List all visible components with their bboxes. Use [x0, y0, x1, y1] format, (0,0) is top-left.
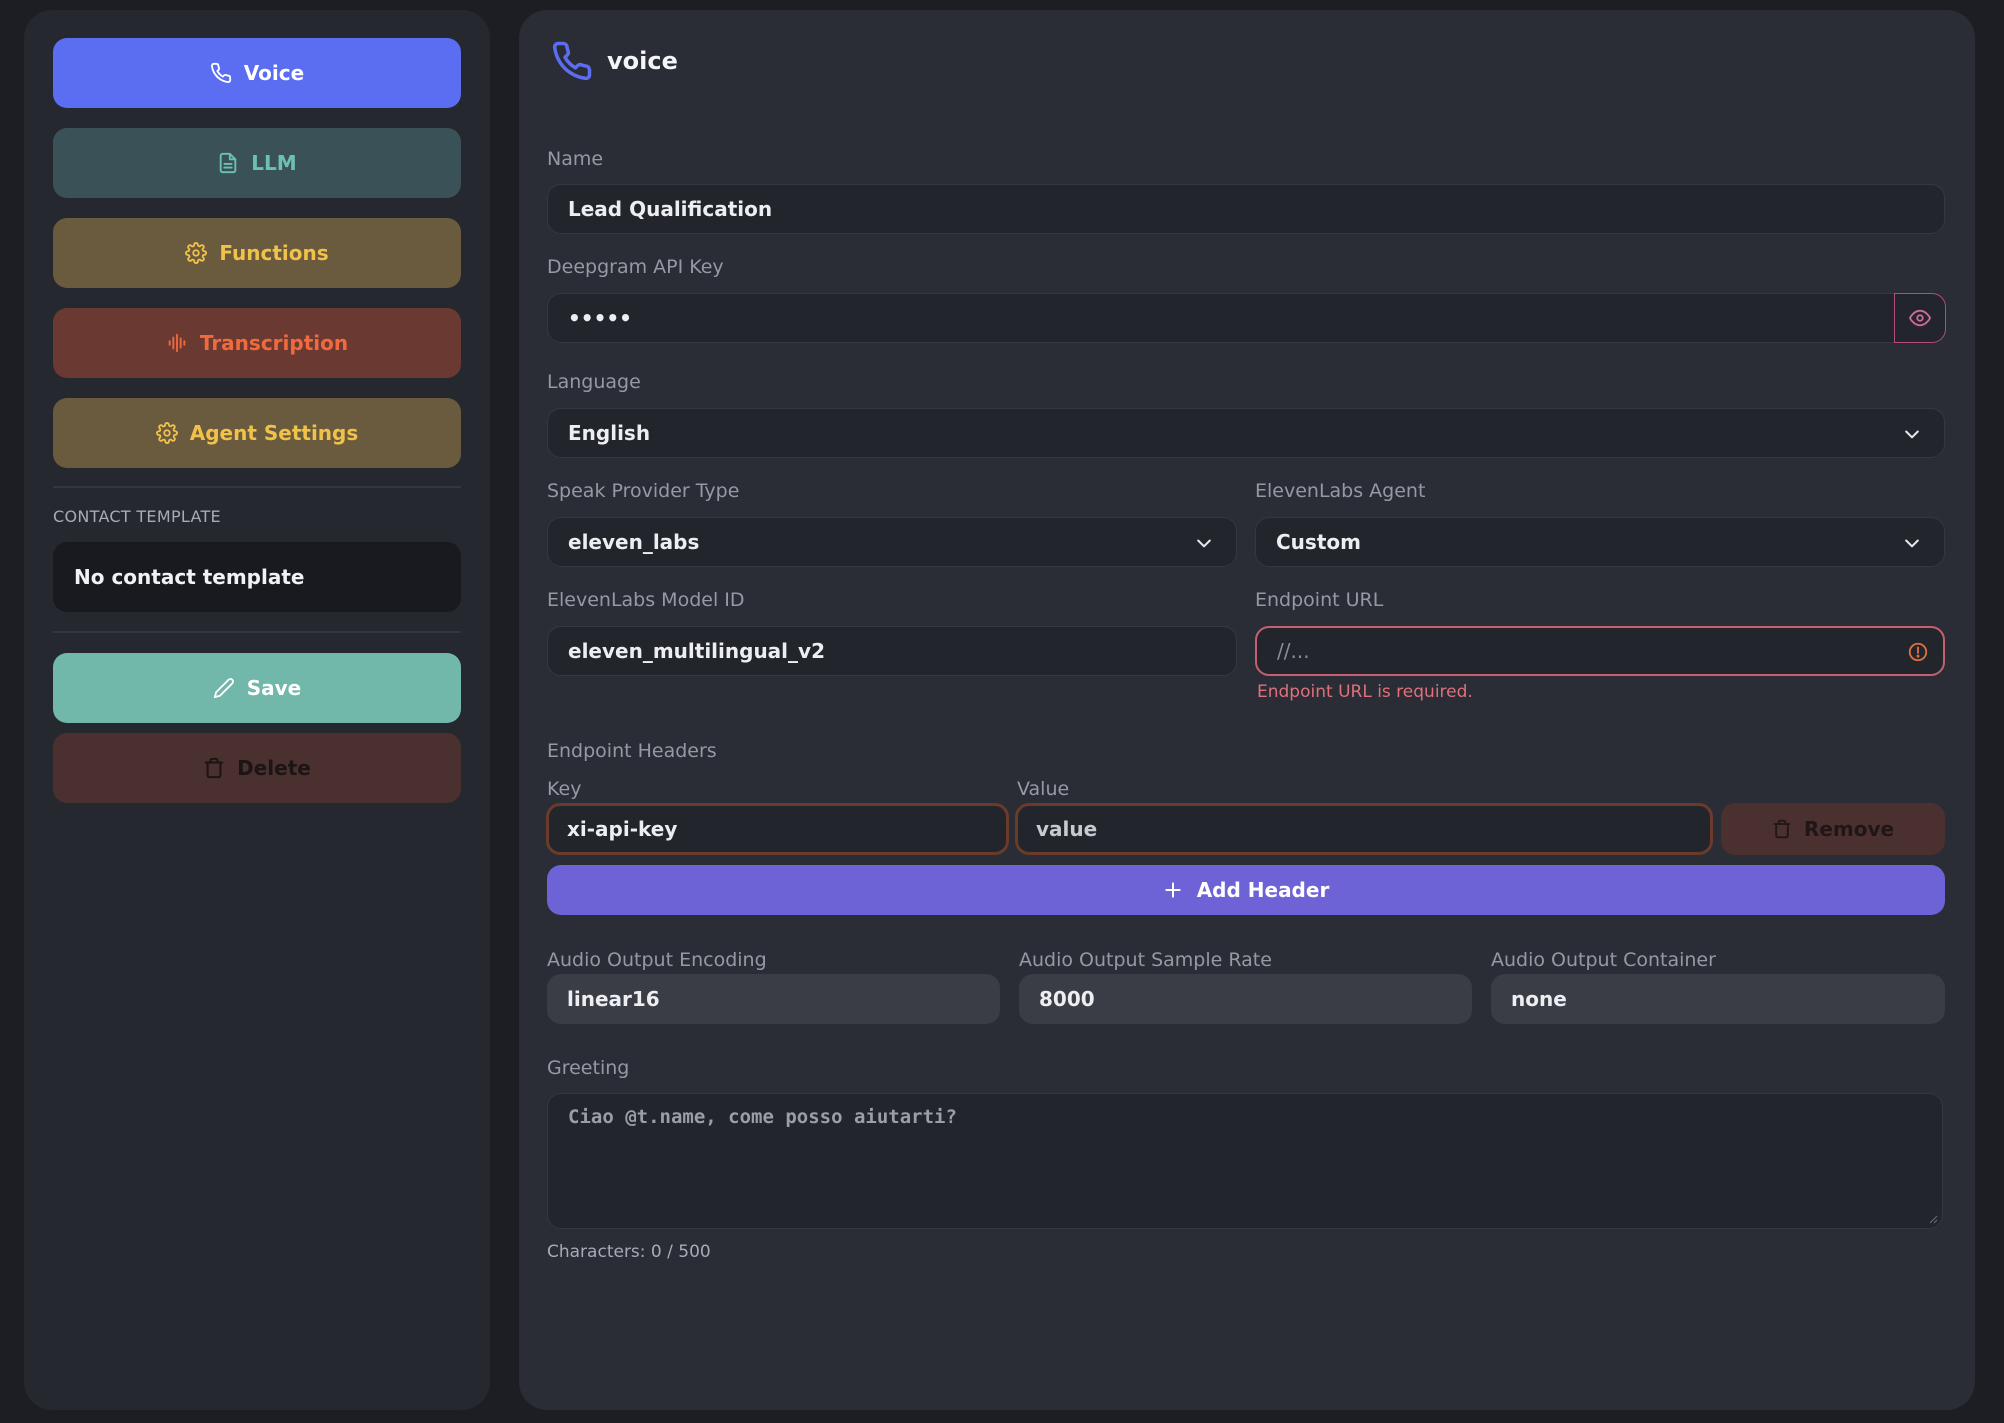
model-id-value: eleven_multilingual_v2: [568, 639, 825, 663]
resize-handle-icon[interactable]: [1928, 1214, 1938, 1224]
nav-functions-label: Functions: [219, 241, 329, 265]
nav-llm-label: LLM: [251, 151, 297, 175]
audio-encoding-value: linear16: [567, 987, 660, 1011]
deepgram-api-key-label: Deepgram API Key: [547, 256, 724, 278]
gear-icon: [155, 422, 178, 444]
contact-template-select[interactable]: No contact template: [53, 542, 461, 612]
trash-icon: [1773, 819, 1791, 839]
remove-header-label: Remove: [1803, 817, 1895, 841]
remove-header-button[interactable]: Remove: [1721, 803, 1945, 855]
greeting-label: Greeting: [547, 1057, 630, 1079]
toggle-visibility-button[interactable]: [1894, 293, 1946, 343]
save-label: Save: [246, 676, 302, 700]
plus-icon: [1165, 882, 1181, 898]
language-value: English: [568, 421, 651, 445]
header-key-label: Key: [547, 778, 582, 800]
nav-voice-label: Voice: [243, 61, 305, 85]
name-input[interactable]: Lead Qualification: [547, 184, 1945, 234]
model-id-label: ElevenLabs Model ID: [547, 589, 745, 611]
eye-icon: [1909, 309, 1931, 327]
divider: [53, 631, 461, 633]
header-value-label: Value: [1017, 778, 1070, 800]
divider: [53, 486, 461, 488]
model-id-input[interactable]: eleven_multilingual_v2: [547, 626, 1237, 676]
greeting-textarea[interactable]: Ciao @t.name, come posso aiutarti?: [547, 1093, 1943, 1229]
save-button[interactable]: Save: [53, 653, 461, 723]
header-key-value: xi-api-key: [567, 817, 678, 841]
elevenlabs-agent-select[interactable]: Custom: [1255, 517, 1945, 567]
contact-template-label: CONTACT TEMPLATE: [53, 507, 221, 526]
nav-transcription-label: Transcription: [199, 331, 349, 355]
page-title: voice: [607, 47, 678, 75]
alert-circle-icon: [1908, 642, 1928, 662]
deepgram-api-key-input[interactable]: •••••: [547, 293, 1895, 343]
endpoint-headers-label: Endpoint Headers: [547, 740, 717, 762]
speak-provider-label: Speak Provider Type: [547, 480, 740, 502]
contact-template-value: No contact template: [74, 565, 305, 589]
waveform-icon: [168, 333, 186, 353]
audio-encoding-label: Audio Output Encoding: [547, 949, 767, 971]
name-label: Name: [547, 148, 604, 170]
elevenlabs-agent-value: Custom: [1276, 530, 1361, 554]
pencil-icon: [213, 678, 234, 699]
endpoint-url-input[interactable]: //...: [1255, 626, 1945, 676]
add-header-button[interactable]: Add Header: [547, 865, 1945, 915]
add-header-label: Add Header: [1196, 878, 1330, 902]
speak-provider-value: eleven_labs: [568, 530, 700, 554]
speak-provider-select[interactable]: eleven_labs: [547, 517, 1237, 567]
chevron-down-icon: [1905, 430, 1919, 439]
document-icon: [220, 152, 237, 174]
panel-header: voice: [551, 40, 678, 82]
audio-encoding-input[interactable]: linear16: [547, 974, 1000, 1024]
endpoint-url-placeholder: //...: [1277, 639, 1310, 663]
audio-container-input[interactable]: none: [1491, 974, 1945, 1024]
delete-button[interactable]: Delete: [53, 733, 461, 803]
header-key-input[interactable]: xi-api-key: [546, 803, 1009, 855]
name-value: Lead Qualification: [568, 197, 773, 221]
audio-container-label: Audio Output Container: [1491, 949, 1716, 971]
header-value-value: value: [1036, 817, 1098, 841]
audio-sample-rate-value: 8000: [1039, 987, 1095, 1011]
phone-icon: [210, 62, 231, 83]
audio-container-value: none: [1511, 987, 1567, 1011]
audio-sample-rate-label: Audio Output Sample Rate: [1019, 949, 1272, 971]
nav-agent-settings-button[interactable]: Agent Settings: [53, 398, 461, 468]
character-count: Characters: 0 / 500: [547, 1242, 711, 1262]
language-select[interactable]: English: [547, 408, 1945, 458]
endpoint-url-label: Endpoint URL: [1255, 589, 1384, 611]
nav-voice-button[interactable]: Voice: [53, 38, 461, 108]
sidebar: Voice LLM Functions Transcription Agent …: [24, 10, 490, 1410]
chevron-down-icon: [1197, 539, 1211, 548]
main-panel: voice Name Lead Qualification Deepgram A…: [519, 10, 1975, 1410]
gear-icon: [185, 242, 208, 264]
elevenlabs-agent-label: ElevenLabs Agent: [1255, 480, 1426, 502]
greeting-placeholder: Ciao @t.name, come posso aiutarti?: [568, 1106, 957, 1128]
nav-llm-button[interactable]: LLM: [53, 128, 461, 198]
chevron-down-icon: [1905, 539, 1919, 548]
language-label: Language: [547, 371, 641, 393]
phone-icon: [552, 41, 592, 81]
nav-agent-settings-label: Agent Settings: [189, 421, 359, 445]
header-value-input[interactable]: value: [1015, 803, 1713, 855]
deepgram-api-key-value: •••••: [568, 306, 632, 330]
endpoint-url-error: Endpoint URL is required.: [1257, 682, 1473, 702]
trash-icon: [204, 757, 224, 779]
nav-transcription-button[interactable]: Transcription: [53, 308, 461, 378]
delete-label: Delete: [237, 756, 311, 780]
audio-sample-rate-input[interactable]: 8000: [1019, 974, 1472, 1024]
nav-functions-button[interactable]: Functions: [53, 218, 461, 288]
